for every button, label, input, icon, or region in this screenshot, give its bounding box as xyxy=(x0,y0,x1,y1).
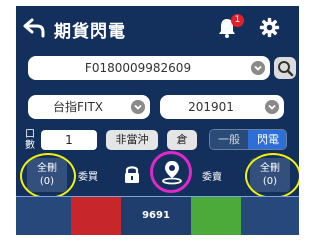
chevron-down-icon xyxy=(131,100,145,114)
ladder-divider xyxy=(16,196,299,197)
mode-flash-tab[interactable]: 閃電 xyxy=(248,130,286,149)
back-arrow-icon[interactable] xyxy=(22,15,46,39)
chevron-down-icon xyxy=(265,100,279,114)
mode-general-tab[interactable]: 一般 xyxy=(210,130,248,149)
search-icon xyxy=(278,61,294,77)
buy-order-cell[interactable] xyxy=(16,196,71,235)
entrust-buy-label: 委買 xyxy=(78,172,98,183)
lock-icon[interactable] xyxy=(123,164,141,184)
contract-select[interactable]: F0180009982609 xyxy=(28,56,270,80)
highlight-ring-right xyxy=(245,153,299,199)
notification-badge: 1 xyxy=(231,14,244,27)
location-icon xyxy=(162,161,182,185)
contract-value: F0180009982609 xyxy=(84,61,192,75)
entrust-sell-label: 委賣 xyxy=(202,172,222,183)
order-mode-toggle: 一般 閃電 xyxy=(209,129,287,150)
sell-order-cell[interactable] xyxy=(241,196,299,235)
quantity-label: 口數 xyxy=(25,129,35,151)
ask-volume-cell[interactable] xyxy=(191,196,241,235)
bid-volume-cell[interactable] xyxy=(71,196,121,235)
month-select[interactable]: 201901 xyxy=(160,95,284,119)
price-value: 9691 xyxy=(142,210,170,221)
search-button[interactable] xyxy=(274,57,296,79)
flash-order-panel: 期貨閃電 1 F0180009982609 台指FITX 201901 口數 1… xyxy=(16,6,299,235)
price-ladder: 9691 xyxy=(16,196,299,235)
page-title: 期貨閃電 xyxy=(54,22,126,42)
quantity-input[interactable]: 1 xyxy=(41,130,97,150)
position-button[interactable]: 倉 xyxy=(167,130,197,150)
chevron-down-icon xyxy=(251,61,265,75)
header: 期貨閃電 1 xyxy=(16,6,299,48)
gear-icon[interactable] xyxy=(259,17,280,38)
product-value: 台指FITX xyxy=(53,100,103,114)
non-daytrade-button[interactable]: 非當沖 xyxy=(106,130,158,150)
highlight-ring-left xyxy=(20,153,76,199)
product-select[interactable]: 台指FITX xyxy=(28,95,150,119)
month-value: 201901 xyxy=(188,100,234,114)
